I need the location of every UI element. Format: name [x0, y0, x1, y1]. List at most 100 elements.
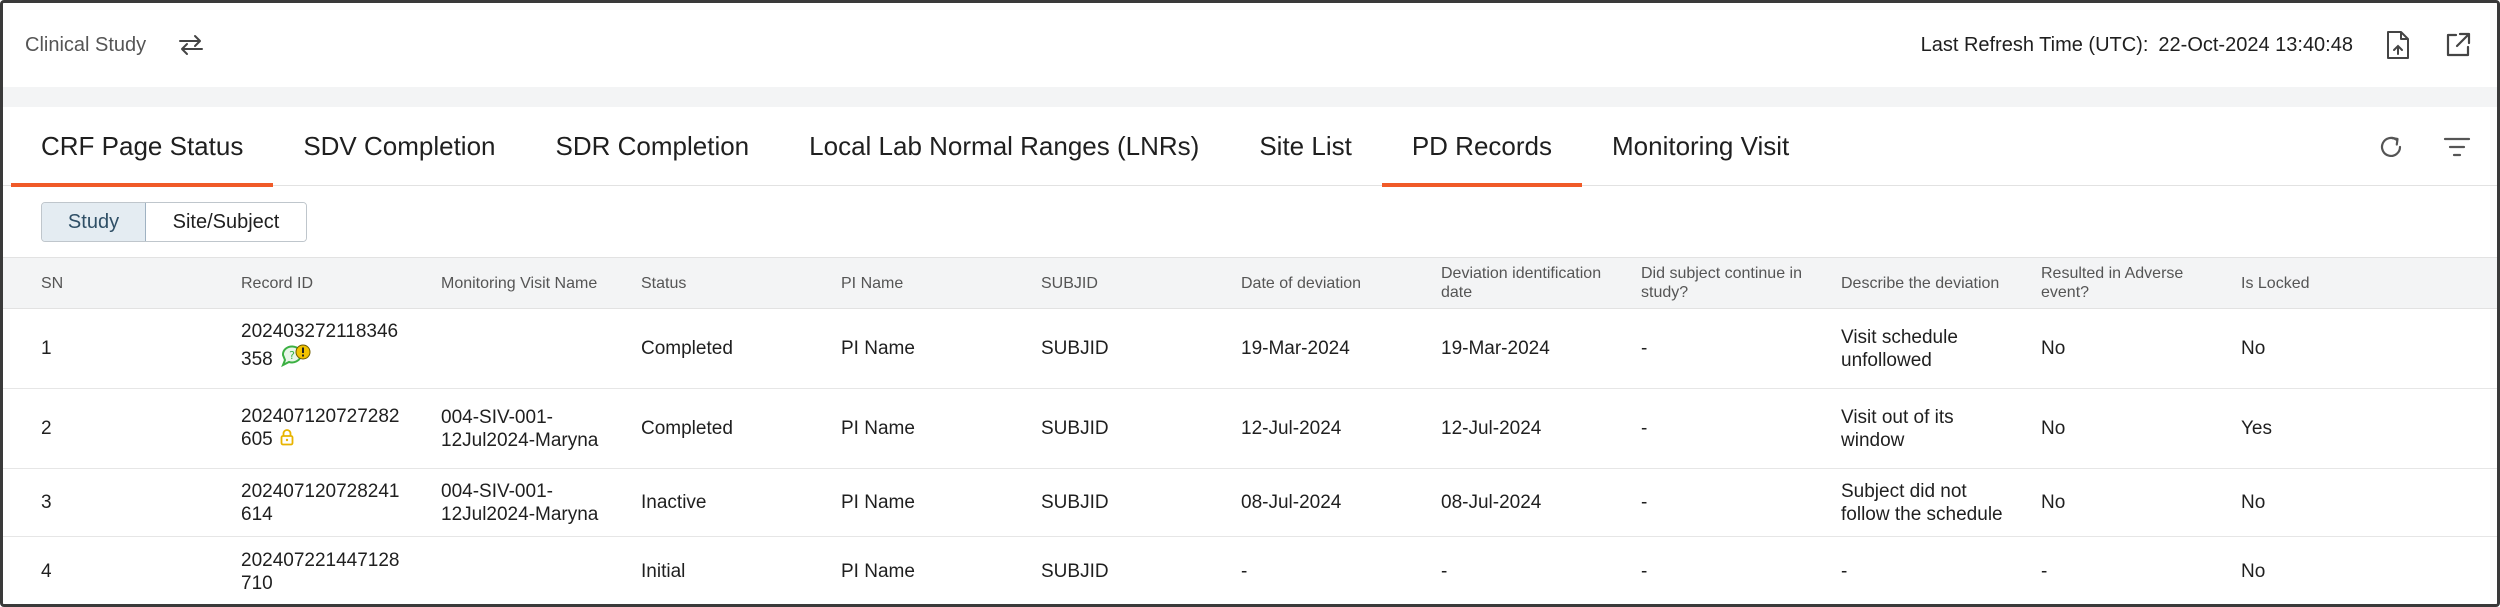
cell-pi-name: PI Name — [841, 418, 915, 439]
tab-crf-page-status[interactable]: CRF Page Status — [11, 107, 274, 187]
col-header-continue-in-study[interactable]: Did subject continue in study? — [1603, 258, 1803, 308]
cell-subjid: SUBJID — [1041, 418, 1109, 439]
open-external-icon[interactable] — [2441, 28, 2475, 62]
cell-sn: 4 — [41, 561, 52, 582]
cell-record-id[interactable]: 202407120728241614 — [203, 469, 403, 536]
last-refresh-value: 22-Oct-2024 13:40:48 — [2158, 33, 2353, 56]
cell-is-locked: No — [2241, 492, 2266, 513]
cell-description: Visit schedule unfollowed — [1803, 309, 2003, 388]
pd-records-table: SN Record ID Monitoring Visit Name Statu… — [3, 257, 2497, 604]
col-header-subjid[interactable]: SUBJID — [1003, 258, 1203, 308]
tab-bar: CRF Page Status SDV Completion SDR Compl… — [3, 107, 2497, 187]
cell-subjid: SUBJID — [1041, 561, 1109, 582]
toggle-study[interactable]: Study — [42, 203, 146, 241]
cell-monitoring-visit-name — [403, 537, 603, 604]
app-title: Clinical Study — [25, 33, 147, 56]
export-document-icon[interactable] — [2381, 28, 2415, 62]
cell-sn: 2 — [41, 418, 52, 439]
comment-alert-icon[interactable]: ? — [279, 343, 313, 377]
table-row[interactable]: 4 202407221447128710 Initial PI Name SUB… — [3, 537, 2497, 604]
description-text: Visit schedule unfollowed — [1841, 326, 1958, 371]
col-header-deviation-identification-date[interactable]: Deviation identification date — [1403, 258, 1603, 308]
cell-subjid: SUBJID — [1041, 492, 1109, 513]
tab-local-lab-normal-ranges[interactable]: Local Lab Normal Ranges (LNRs) — [779, 107, 1229, 186]
cell-deviation-identification-date: - — [1441, 561, 1448, 582]
cell-adverse-event: No — [2041, 338, 2066, 359]
cell-sn: 3 — [41, 492, 52, 513]
record-id-text: 202403272118346358 — [241, 321, 399, 371]
cell-date-of-deviation: 08-Jul-2024 — [1241, 492, 1342, 513]
table-row[interactable]: 1 202403272118346358? Completed PI Name … — [3, 309, 2497, 389]
col-header-describe-deviation[interactable]: Describe the deviation — [1803, 258, 2003, 308]
cell-is-locked: No — [2241, 561, 2266, 582]
swap-arrows-icon[interactable] — [176, 30, 206, 60]
cell-monitoring-visit-name: 004-SIV-001-12Jul2024-Maryna — [403, 389, 603, 468]
refresh-info: Last Refresh Time (UTC): 22-Oct-2024 13:… — [1921, 28, 2475, 62]
cell-pi-name: PI Name — [841, 338, 915, 359]
tab-sdv-completion[interactable]: SDV Completion — [273, 107, 525, 186]
app-window: Clinical Study Last Refresh Time (UTC): … — [0, 0, 2500, 607]
tab-tools — [2373, 107, 2475, 186]
cell-status: Initial — [641, 561, 686, 582]
cell-continue-in-study: - — [1641, 561, 1648, 582]
svg-text:?: ? — [289, 349, 295, 362]
cell-continue-in-study: - — [1641, 338, 1648, 359]
col-header-record-id[interactable]: Record ID — [203, 258, 403, 308]
lock-icon — [279, 428, 295, 452]
cell-pi-name: PI Name — [841, 561, 915, 582]
col-header-date-of-deviation[interactable]: Date of deviation — [1203, 258, 1403, 308]
tab-list: CRF Page Status SDV Completion SDR Compl… — [11, 107, 1819, 187]
cell-pi-name: PI Name — [841, 492, 915, 513]
cell-is-locked: Yes — [2241, 418, 2272, 439]
cell-continue-in-study: - — [1641, 418, 1648, 439]
cell-continue-in-study: - — [1641, 492, 1648, 513]
refresh-icon[interactable] — [2373, 129, 2409, 165]
tab-monitoring-visit[interactable]: Monitoring Visit — [1582, 107, 1819, 186]
col-header-status[interactable]: Status — [603, 258, 803, 308]
toggle-site-subject[interactable]: Site/Subject — [146, 203, 306, 241]
record-id-text: 202407120727282605 — [241, 406, 400, 451]
last-refresh-label: Last Refresh Time (UTC): — [1920, 33, 2149, 56]
cell-description: Visit out of its window — [1803, 389, 2003, 468]
description-text: Subject did not follow the schedule — [1841, 480, 2003, 525]
table-row[interactable]: 3 202407120728241614 004-SIV-001-12Jul20… — [3, 469, 2497, 537]
col-header-monitoring-visit-name[interactable]: Monitoring Visit Name — [403, 258, 603, 308]
table-header: SN Record ID Monitoring Visit Name Statu… — [3, 257, 2497, 309]
cell-status: Completed — [641, 338, 733, 359]
record-id-text: 202407221447128710 — [241, 549, 400, 594]
cell-record-id[interactable]: 202407221447128710 — [203, 537, 403, 604]
tab-sdr-completion[interactable]: SDR Completion — [526, 107, 780, 186]
cell-date-of-deviation: 19-Mar-2024 — [1241, 338, 1350, 359]
cell-is-locked: No — [2241, 338, 2266, 359]
filter-icon[interactable] — [2439, 129, 2475, 165]
tab-site-list[interactable]: Site List — [1229, 107, 1382, 186]
cell-adverse-event: No — [2041, 492, 2066, 513]
cell-subjid: SUBJID — [1041, 338, 1109, 359]
cell-sn: 1 — [41, 338, 52, 359]
monitoring-visit-name-text: 004-SIV-001-12Jul2024-Maryna — [441, 406, 599, 451]
cell-status: Inactive — [641, 492, 707, 513]
tab-pd-records[interactable]: PD Records — [1381, 107, 1583, 187]
table-row[interactable]: 2 202407120727282605 004-SIV-001-12Jul20… — [3, 389, 2497, 469]
cell-monitoring-visit-name — [403, 309, 603, 388]
col-header-adverse-event[interactable]: Resulted in Adverse event? — [2003, 258, 2203, 308]
monitoring-visit-name-text: 004-SIV-001-12Jul2024-Maryna — [441, 480, 599, 525]
header-separator — [3, 87, 2497, 107]
cell-description: - — [1841, 561, 1848, 582]
cell-record-id[interactable]: 202407120727282605 — [203, 389, 403, 468]
cell-deviation-identification-date: 12-Jul-2024 — [1441, 418, 1542, 439]
view-toggle: Study Site/Subject — [41, 202, 307, 242]
cell-deviation-identification-date: 08-Jul-2024 — [1441, 492, 1542, 513]
record-id-text: 202407120728241614 — [241, 480, 400, 525]
cell-description: Subject did not follow the schedule — [1803, 469, 2003, 536]
cell-adverse-event: - — [2041, 561, 2048, 582]
col-header-is-locked[interactable]: Is Locked — [2203, 258, 2403, 308]
top-header: Clinical Study Last Refresh Time (UTC): … — [3, 3, 2497, 87]
cell-deviation-identification-date: 19-Mar-2024 — [1441, 338, 1550, 359]
cell-date-of-deviation: - — [1241, 561, 1248, 582]
col-header-sn[interactable]: SN — [3, 258, 203, 308]
cell-adverse-event: No — [2041, 418, 2066, 439]
col-header-pi-name[interactable]: PI Name — [803, 258, 1003, 308]
cell-status: Completed — [641, 418, 733, 439]
cell-record-id[interactable]: 202403272118346358? — [203, 309, 403, 388]
